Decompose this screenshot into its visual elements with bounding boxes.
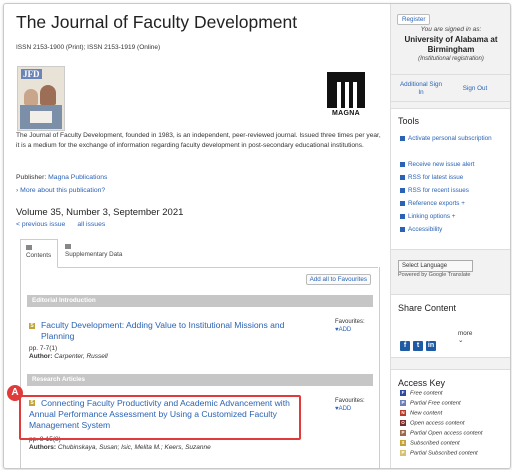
sign-in-row: Additional Sign In Sign Out (391, 74, 510, 102)
previous-issue-link[interactable]: < previous issue (16, 221, 65, 228)
twitter-icon[interactable]: t (413, 341, 423, 351)
share-more-button[interactable]: more ⌄ (458, 330, 472, 344)
access-key-item: P Partial Open access content (400, 430, 483, 437)
article-title-link[interactable]: Faculty Development: Adding Value to Ins… (41, 320, 311, 342)
list-icon (26, 245, 32, 250)
publisher-link[interactable]: Magna Publications (48, 174, 107, 181)
add-all-favourites-button[interactable]: Add all to Favourites (305, 274, 371, 285)
publisher-logo-text: MAGNA (332, 110, 360, 117)
new-content-icon: N (400, 410, 406, 416)
institution-registration: (Institutional registration) (418, 56, 484, 62)
journal-title: The Journal of Faculty Development (16, 12, 298, 32)
chevron-down-icon: ⌄ (458, 337, 464, 344)
article-pages: pp. 7-7(1) (29, 345, 58, 352)
share-icons: f t in (400, 334, 439, 352)
partial-subscribed-icon: P (400, 450, 406, 456)
publisher-logo[interactable]: MAGNA (324, 70, 368, 120)
access-key-item: P Partial Subscribed content (400, 450, 478, 457)
favourites-control: Favourites: ♥ADD (335, 398, 365, 413)
tools-heading: Tools (398, 116, 420, 126)
journal-cover-image[interactable]: JFD (17, 66, 65, 131)
powered-by-label: Powered by Google Translate (398, 272, 471, 278)
language-select[interactable]: Select Language (398, 260, 473, 272)
free-content-icon: F (400, 390, 406, 396)
envelope-icon (400, 161, 405, 167)
rss-icon (400, 187, 405, 193)
activate-subscription-link[interactable]: Activate personal subscription (400, 135, 500, 143)
section-header: Editorial Introduction (27, 295, 373, 307)
tab-contents[interactable]: Contents (20, 239, 58, 268)
section-header: Research Articles (27, 374, 373, 386)
cover-logo: JFD (21, 69, 42, 79)
signed-in-label: You are signed in as: (420, 26, 482, 33)
sidebar: Register You are signed in as: Universit… (390, 4, 510, 468)
content-tabs: Contents Supplementary Data (20, 239, 378, 268)
open-access-icon: O (400, 420, 406, 426)
partial-free-icon: P (400, 400, 406, 406)
key-icon (400, 135, 405, 141)
access-key-item: F Free content (400, 390, 443, 397)
register-button[interactable]: Register (397, 14, 431, 25)
accessibility-link[interactable]: Accessibility (400, 226, 442, 233)
subscribed-badge: S (29, 323, 35, 329)
institution-name: University of Alabama at Birmingham (404, 35, 498, 54)
add-favourite-button[interactable]: ♥ADD (335, 326, 365, 334)
tools-panel: Tools Activate personal subscription Rec… (391, 108, 510, 250)
journal-description: The Journal of Faculty Development, foun… (16, 132, 381, 149)
rss-recent-link[interactable]: RSS for recent issues (400, 187, 469, 194)
partial-open-access-icon: P (400, 430, 406, 436)
main-content: The Journal of Faculty Development ISSN … (4, 4, 387, 468)
browser-frame: The Journal of Faculty Development ISSN … (3, 3, 511, 469)
favourites-control: Favourites: ♥ADD (335, 319, 365, 334)
linkedin-icon[interactable]: in (426, 341, 436, 351)
new-issue-alert-link[interactable]: Receive new issue alert (400, 161, 475, 168)
chevron-right-icon: › (16, 187, 19, 194)
tab-supplementary-data[interactable]: Supplementary Data (60, 239, 150, 266)
access-key-item: O Open access content (400, 420, 465, 427)
subscribed-content-icon: S (400, 440, 406, 446)
export-icon (400, 200, 405, 206)
publisher-line: Publisher: Magna Publications (16, 174, 108, 181)
access-key-item: S Subscribed content (400, 440, 460, 447)
sign-out-link[interactable]: Sign Out (453, 85, 497, 92)
link-icon (400, 213, 405, 219)
access-key-item: P Partial Free content (400, 400, 461, 407)
add-favourite-button[interactable]: ♥ADD (335, 405, 365, 413)
facebook-icon[interactable]: f (400, 341, 410, 351)
share-heading: Share Content (398, 303, 457, 313)
issn-line: ISSN 2153-1900 (Print); ISSN 2153-1919 (… (16, 44, 161, 51)
accessibility-icon (400, 226, 405, 232)
all-issues-link[interactable]: all issues (77, 221, 105, 228)
article-authors: Authors: Chubinskaya, Susan; Isic, Melit… (29, 444, 211, 451)
issue-nav: < previous issue all issues (16, 221, 105, 228)
additional-sign-in-link[interactable]: Additional Sign In (399, 81, 443, 97)
article-authors: Author: Carpenter, Russell (29, 353, 108, 360)
annotation-marker: A (7, 385, 23, 401)
rss-icon (400, 174, 405, 180)
access-key-item: N New content (400, 410, 443, 417)
more-about-link[interactable]: › More about this publication? (16, 187, 105, 194)
access-key-heading: Access Key (398, 378, 446, 388)
rss-latest-link[interactable]: RSS for latest issue (400, 174, 463, 181)
linking-options-link[interactable]: Linking options + (400, 213, 455, 220)
reference-exports-link[interactable]: Reference exports + (400, 200, 465, 207)
table-icon (65, 244, 71, 249)
annotation-highlight-box (19, 395, 301, 440)
volume-heading: Volume 35, Number 3, September 2021 (16, 207, 184, 218)
